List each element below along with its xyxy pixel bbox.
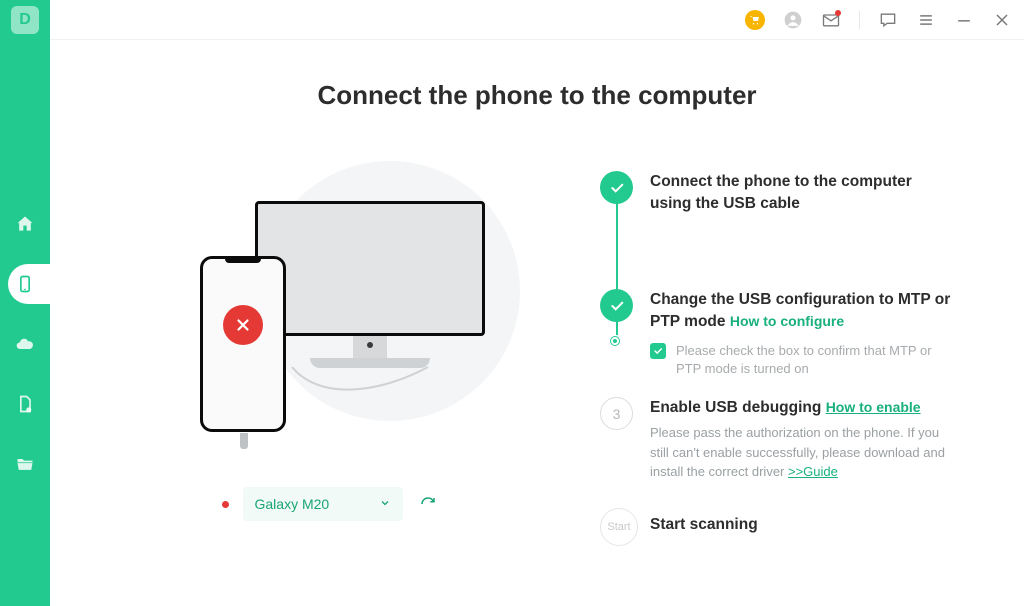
step-badge-done [600, 171, 633, 204]
cable-graphic [290, 363, 430, 403]
how-to-configure-link[interactable]: How to configure [730, 313, 844, 329]
topbar [50, 0, 1024, 40]
phone-graphic [200, 256, 286, 432]
refresh-button[interactable] [417, 493, 439, 515]
cloud-icon [15, 334, 35, 354]
step-3: 3 Enable USB debugging How to enable Ple… [650, 397, 954, 482]
step-4: Start Start scanning [650, 508, 954, 536]
phone-icon [15, 274, 35, 294]
main-area: Connect the phone to the computer [50, 0, 1024, 606]
status-dot [222, 501, 229, 508]
step-badge-start: Start [600, 508, 638, 546]
check-icon [653, 346, 663, 356]
app-logo: D [0, 0, 50, 40]
menu-button[interactable] [916, 10, 936, 30]
refresh-icon [419, 495, 437, 513]
how-to-enable-link[interactable]: How to enable [826, 399, 921, 415]
step-badge-done [600, 289, 633, 322]
monitor-graphic [255, 201, 485, 368]
content: Connect the phone to the computer [50, 40, 1024, 606]
device-illustration [150, 171, 510, 451]
cart-button[interactable] [745, 10, 765, 30]
device-dropdown[interactable]: Galaxy M20 [243, 487, 403, 521]
nav-cloud[interactable] [0, 320, 50, 368]
illustration-column: Galaxy M20 [120, 171, 540, 521]
divider [859, 11, 860, 29]
check-icon [609, 180, 625, 196]
step-1-title: Connect the phone to the computer using … [650, 171, 954, 216]
step-2: Change the USB configuration to MTP or P… [650, 289, 954, 379]
sidebar: D [0, 0, 50, 606]
close-icon [992, 10, 1012, 30]
step-1: Connect the phone to the computer using … [650, 171, 954, 261]
device-row: Galaxy M20 [222, 487, 439, 521]
steps-column: Connect the phone to the computer using … [600, 171, 954, 564]
minimize-icon [954, 10, 974, 30]
folder-icon [15, 454, 35, 474]
step-4-title: Start scanning [650, 508, 954, 536]
step-sub-dot [611, 337, 619, 345]
step-2-title: Change the USB configuration to MTP or P… [650, 289, 954, 334]
mtp-checkbox[interactable] [650, 343, 666, 359]
home-icon [15, 214, 35, 234]
error-icon [223, 305, 263, 345]
nav-phone[interactable] [0, 260, 50, 308]
minimize-button[interactable] [954, 10, 974, 30]
mail-button[interactable] [821, 10, 841, 30]
chat-icon [878, 10, 898, 30]
logo-letter: D [11, 6, 39, 34]
notification-dot [835, 10, 841, 16]
file-alert-icon [15, 394, 35, 414]
check-icon [609, 298, 625, 314]
device-name: Galaxy M20 [255, 496, 330, 512]
hamburger-icon [916, 10, 936, 30]
nav-file-alert[interactable] [0, 380, 50, 428]
close-button[interactable] [992, 10, 1012, 30]
page-title: Connect the phone to the computer [90, 80, 984, 111]
feedback-button[interactable] [878, 10, 898, 30]
chevron-down-icon [379, 496, 391, 512]
step-3-title: Enable USB debugging How to enable [650, 397, 954, 419]
user-icon [783, 10, 803, 30]
guide-link[interactable]: >>Guide [788, 464, 838, 479]
cart-icon [745, 10, 765, 30]
nav-home[interactable] [0, 200, 50, 248]
step-badge-number: 3 [600, 397, 633, 430]
nav-folder[interactable] [0, 440, 50, 488]
step-3-sub: Please pass the authorization on the pho… [650, 423, 954, 482]
mtp-check-text: Please check the box to confirm that MTP… [676, 342, 954, 378]
user-button[interactable] [783, 10, 803, 30]
